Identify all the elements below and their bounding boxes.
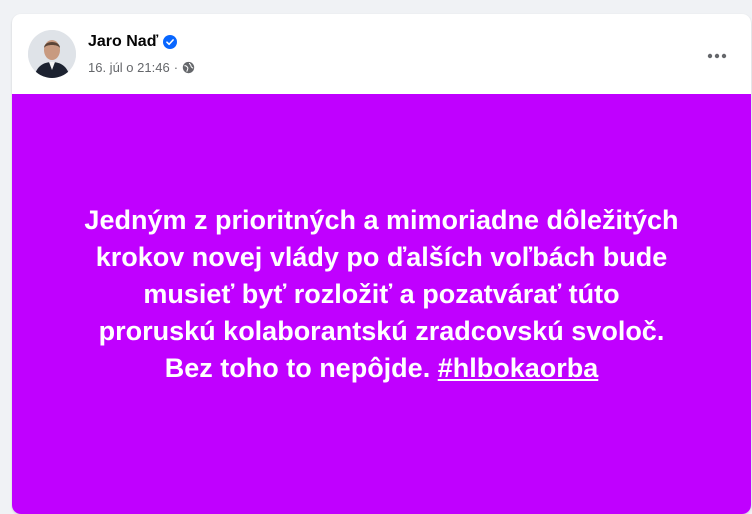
more-options-icon	[707, 53, 727, 59]
verified-badge-icon	[163, 35, 178, 49]
post-meta: 16. júl o 21:46 ·	[88, 60, 195, 75]
post-timestamp[interactable]: 16. júl o 21:46	[88, 60, 170, 75]
post-text-line: musieť byť rozložiť a pozatvárať túto	[143, 278, 620, 309]
author-name[interactable]: Jaro Naď	[88, 33, 158, 51]
post-text: Jedným z prioritných a mimoriadne dôleži…	[62, 202, 702, 387]
more-options-button[interactable]	[699, 38, 735, 74]
post-text-last-line: Bez toho to nepôjde. #hlbokaorba	[62, 350, 702, 387]
avatar[interactable]	[28, 30, 76, 78]
post-text-line: krokov novej vlády po ďalších voľbách bu…	[95, 241, 668, 272]
post-text-line: Jedným z prioritných a mimoriadne dôleži…	[84, 204, 679, 235]
post-card: Jaro Naď 16. júl o 21:46 · Jedným z prio…	[12, 14, 751, 514]
author-row: Jaro Naď	[88, 33, 178, 51]
post-background: Jedným z prioritných a mimoriadne dôleži…	[12, 94, 751, 514]
avatar-image	[28, 30, 76, 78]
post-text-line: Bez toho to nepôjde.	[164, 352, 431, 383]
meta-separator: ·	[173, 60, 179, 75]
hashtag-link[interactable]: #hlbokaorba	[438, 353, 599, 383]
globe-icon[interactable]	[182, 61, 195, 74]
post-text-line: proruskú kolaborantskú zradcovskú svoloč…	[98, 315, 665, 346]
post-header: Jaro Naď 16. júl o 21:46 ·	[12, 14, 751, 94]
